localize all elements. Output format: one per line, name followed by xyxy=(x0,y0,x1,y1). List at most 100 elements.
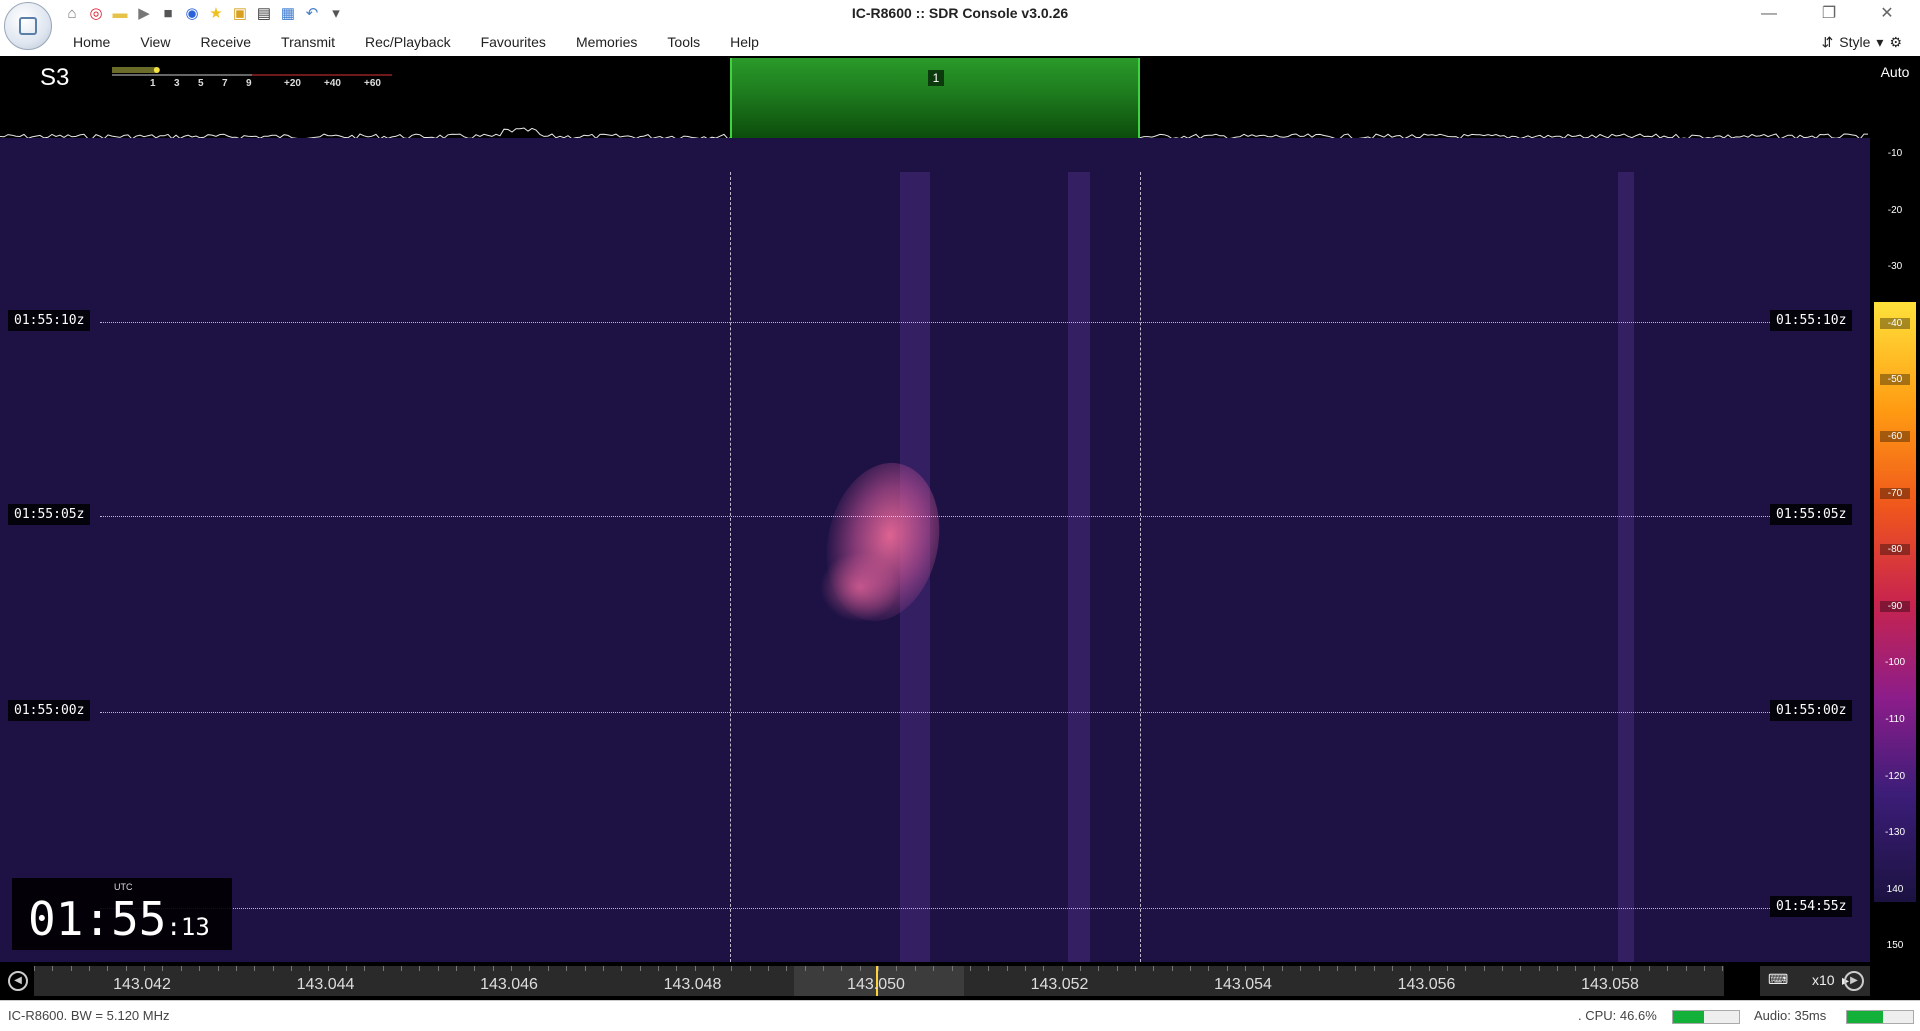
minor-tick xyxy=(1557,966,1559,971)
minor-tick xyxy=(217,966,219,971)
minor-tick xyxy=(327,966,329,971)
app-logo-icon xyxy=(19,17,37,35)
bottom-frequency-bar[interactable]: ◀ 143.042 143.044 143.046 143.048 143.050 143… xyxy=(0,962,1870,1000)
s-meter-tick: 7 xyxy=(222,78,228,89)
s-meter-bar xyxy=(112,67,392,76)
menu-favourites[interactable]: Favourites xyxy=(466,28,561,56)
db-tick: -20 xyxy=(1887,204,1903,216)
spectrum-display[interactable]: 1 S3 13579+20+40+60 143.049.1143.049.214… xyxy=(0,56,1870,138)
menu-tools[interactable]: Tools xyxy=(652,28,715,56)
style-menu[interactable]: ⇵ Style ▾ ⚙ xyxy=(1822,28,1902,56)
minor-tick xyxy=(933,966,935,971)
auto-button[interactable]: Auto xyxy=(1870,64,1920,80)
menu-rec-playback[interactable]: Rec/Playback xyxy=(350,28,466,56)
minor-tick xyxy=(1538,966,1540,971)
minor-tick xyxy=(1190,966,1192,971)
minor-tick xyxy=(657,966,659,971)
keyboard-icon[interactable]: ⌨ xyxy=(1768,971,1788,988)
freq-tick-bottom: 143.052 xyxy=(1030,976,1089,993)
utc-time: 01:55:13 xyxy=(28,892,210,946)
scroll-arrows-icon[interactable]: ⇵ xyxy=(1822,34,1834,51)
menu-receive[interactable]: Receive xyxy=(185,28,266,56)
minor-tick xyxy=(1391,966,1393,971)
minor-tick xyxy=(1575,966,1577,971)
minor-tick xyxy=(1263,966,1265,971)
db-tick: -110 xyxy=(1885,714,1905,725)
scroll-left-icon[interactable]: ◀ xyxy=(8,971,28,991)
db-tick: -90 xyxy=(1880,600,1910,612)
minor-tick xyxy=(419,966,421,971)
s-meter-tick: 1 xyxy=(150,78,156,89)
s-meter-tick: +20 xyxy=(284,78,301,89)
scroll-right-icon[interactable]: ▶ xyxy=(1844,971,1864,991)
time-gridline xyxy=(100,322,1770,323)
minor-tick xyxy=(786,966,788,971)
s-meter-reading: S3 xyxy=(40,64,70,91)
menu-view[interactable]: View xyxy=(125,28,185,56)
style-label: Style xyxy=(1839,34,1871,50)
menu-home[interactable]: Home xyxy=(58,28,125,56)
minor-tick xyxy=(1245,966,1247,971)
minor-tick xyxy=(1703,966,1705,971)
close-button[interactable]: ✕ xyxy=(1864,0,1910,28)
title-bar: ⌂ ◎ ▬ ▶ ■ ◉ ★ ▣ ▤ ▦ ↶ ▾ IC-R8600 :: SDR Console v3.… xyxy=(0,0,1920,28)
db-tick: -30 xyxy=(1887,261,1903,273)
waterfall-display[interactable]: 01:55:10z 01:55:10z 01:55:05z 01:55:05z 01:5… xyxy=(0,172,1870,962)
minor-tick xyxy=(364,966,366,971)
minor-tick xyxy=(1006,966,1008,971)
minor-tick xyxy=(492,966,494,971)
minor-tick xyxy=(1685,966,1687,971)
minor-tick xyxy=(1153,966,1155,971)
minor-tick xyxy=(841,966,843,971)
db-tick: -100 xyxy=(1884,657,1905,669)
minimize-button[interactable]: — xyxy=(1746,0,1792,28)
freq-tick-bottom: 143.042 xyxy=(113,976,171,993)
minor-tick xyxy=(474,966,476,971)
time-label-right: 01:55:05z xyxy=(1770,504,1853,525)
minor-tick xyxy=(1410,966,1412,971)
minor-tick xyxy=(1446,966,1448,971)
s-meter-tick: 3 xyxy=(174,78,180,89)
minor-tick xyxy=(749,966,751,971)
minor-tick xyxy=(951,966,953,971)
minor-tick xyxy=(529,966,531,971)
gear-icon[interactable]: ⚙ xyxy=(1889,34,1902,51)
chevron-down-icon[interactable]: ▾ xyxy=(1876,34,1883,51)
minor-tick xyxy=(1373,966,1375,971)
db-tick: -50 xyxy=(1880,374,1910,386)
utc-clock: UTC 01:55:13 xyxy=(12,878,232,950)
freq-tick-bottom: 143.056 xyxy=(1397,976,1456,993)
minor-tick xyxy=(1208,966,1210,971)
menu-help[interactable]: Help xyxy=(715,28,774,56)
menu-memories[interactable]: Memories xyxy=(561,28,652,56)
minor-tick xyxy=(1079,966,1081,971)
minor-tick xyxy=(676,966,678,971)
menu-transmit[interactable]: Transmit xyxy=(266,28,350,56)
audio-label: Audio: 35ms xyxy=(1754,1008,1827,1023)
freq-tick-bottom: 143.050 xyxy=(847,976,905,993)
utc-seconds: :13 xyxy=(166,913,210,941)
minor-tick xyxy=(1171,966,1173,971)
minor-tick xyxy=(1318,966,1320,971)
level-scale-panel[interactable]: Auto -10 -20 -30 -40 -50 -60 -70 -80 -90 -100 -110… xyxy=(1870,56,1920,1000)
utc-label: UTC xyxy=(114,882,133,892)
freq-tick-bottom: 143.054 xyxy=(1214,976,1272,993)
freq-tick-bottom: 143.048 xyxy=(663,976,722,993)
minor-tick xyxy=(694,966,696,971)
app-menu-button[interactable] xyxy=(4,2,52,50)
maximize-button[interactable]: ❐ xyxy=(1806,0,1852,28)
minor-tick xyxy=(1593,966,1595,971)
minor-tick xyxy=(107,966,109,971)
s-meter-tick: 5 xyxy=(198,78,204,89)
s-meter-tick: +40 xyxy=(324,78,341,89)
minor-tick xyxy=(731,966,733,971)
filter-edge-line xyxy=(1140,172,1141,962)
filter-passband[interactable]: 1 xyxy=(730,58,1140,138)
minor-tick xyxy=(1300,966,1302,971)
minor-tick xyxy=(382,966,384,971)
menu-items: Home View Receive Transmit Rec/Playback Favou… xyxy=(58,28,774,56)
minor-tick xyxy=(639,966,641,971)
bottom-frequency-scale[interactable]: 143.042 143.044 143.046 143.048 143.050 143.0… xyxy=(34,966,1724,996)
minor-tick xyxy=(547,966,549,971)
minor-tick xyxy=(712,966,714,971)
